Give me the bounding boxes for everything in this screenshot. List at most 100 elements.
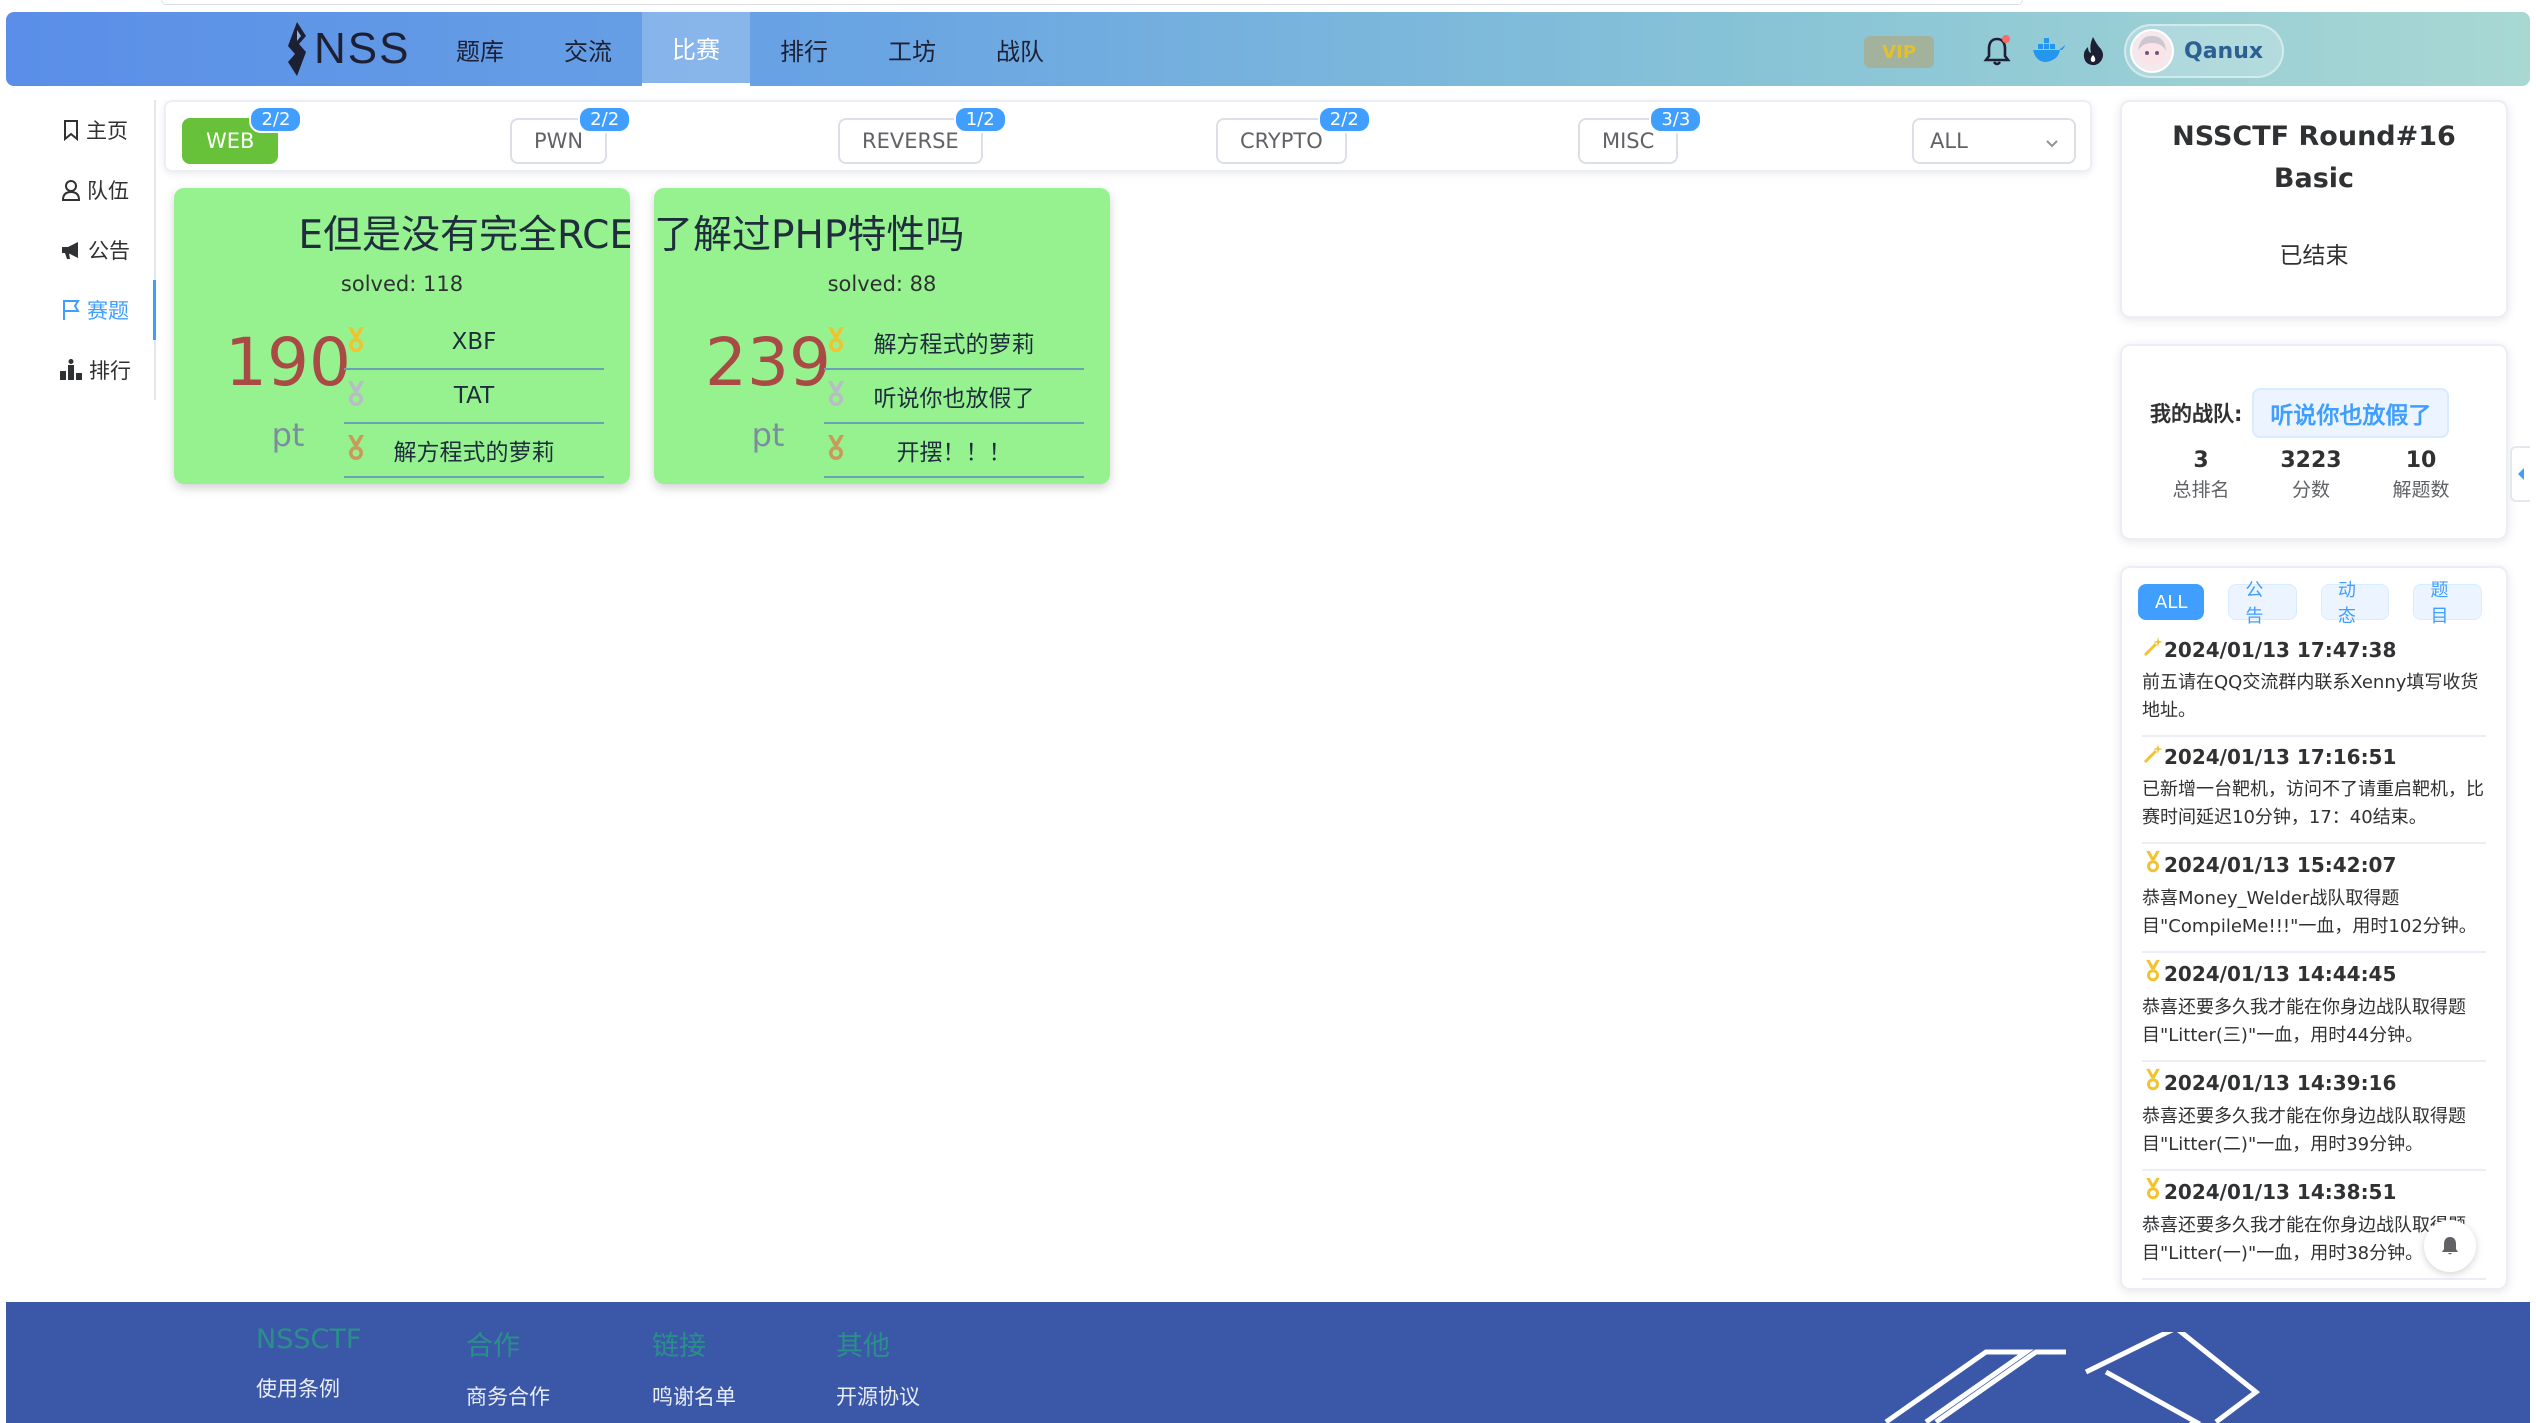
category-misc-button[interactable]: MISC 3/3 [1578, 106, 1703, 164]
nav-discussion[interactable]: 交流 [534, 12, 642, 86]
docker-whale-icon[interactable] [2030, 32, 2068, 70]
challenge-title: E但是没有完全RCE [298, 213, 630, 258]
silver-medal-icon [824, 380, 848, 414]
footer-heading: NSSCTF [256, 1324, 362, 1355]
challenge-card[interactable]: E但是没有完全RCE solved: 118 190 pt XBF TAT 解方… [174, 188, 630, 484]
feed-item-header: 2024/01/13 17:47:38 [2142, 636, 2486, 663]
gold-medal-icon [344, 326, 368, 360]
category-count-badge: 2/2 [1317, 106, 1371, 133]
footer-link[interactable]: 使用条例 [256, 1373, 361, 1403]
filter-select[interactable]: ALL [1912, 118, 2076, 164]
solver-row: TAT [344, 370, 604, 424]
feed-item-time: 2024/01/13 14:44:45 [2164, 961, 2397, 986]
feed-item-time: 2024/01/13 17:16:51 [2164, 744, 2397, 769]
footer: NSSCTF 使用条例 合作 商务合作 链接 鸣谢名单 其他 开源协议 [6, 1302, 2530, 1423]
silver-medal-icon [344, 380, 368, 414]
activity-feed-card: ALL 公告 动态 题目 2024/01/13 17:47:38 前五请在QQ交… [2120, 566, 2508, 1290]
sidebar-item-team[interactable]: 队伍 [36, 160, 154, 220]
stat-total-rank: 3 总排名 [2146, 448, 2256, 502]
team-stats: 3 总排名 3223 分数 10 解题数 [2122, 448, 2506, 502]
tab-all[interactable]: ALL [2138, 584, 2205, 620]
my-team-name[interactable]: 听说你也放假了 [2252, 388, 2450, 438]
feed-item-message: 恭喜Money_Welder战队取得题目"CompileMe!!!"一血，用时1… [2142, 888, 2477, 937]
feed-tabs: ALL 公告 动态 题目 [2138, 580, 2506, 627]
footer-logo-graphic [1884, 1332, 2261, 1423]
notification-toggle-button[interactable] [2424, 1220, 2476, 1272]
category-pwn-button[interactable]: PWN 2/2 [510, 106, 632, 164]
sidebar-item-home[interactable]: 主页 [36, 100, 154, 160]
first-blood-list: XBF TAT 解方程式的萝莉 [344, 316, 604, 478]
site-logo[interactable]: NSS [286, 22, 410, 76]
nav-team[interactable]: 战队 [966, 12, 1074, 86]
gold-medal-icon [824, 326, 848, 360]
tab-announcements[interactable]: 公告 [2228, 580, 2297, 627]
nav-workshop[interactable]: 工坊 [858, 12, 966, 86]
stat-score: 3223 分数 [2256, 448, 2366, 502]
solver-name: TAT [453, 383, 495, 409]
my-team-row: 我的战队: 听说你也放假了 [2150, 388, 2506, 438]
bronze-medal-icon [344, 434, 368, 468]
browser-edge [161, 0, 2023, 5]
stat-label: 分数 [2291, 479, 2330, 501]
feed-item-header: 2024/01/13 15:42:07 [2142, 850, 2486, 879]
tab-activity[interactable]: 动态 [2320, 580, 2390, 627]
footer-link[interactable]: 商务合作 [466, 1381, 550, 1411]
category-label: WEB [206, 129, 255, 153]
footer-heading: 合作 [466, 1331, 520, 1362]
solver-name: 解方程式的萝莉 [393, 440, 555, 466]
category-count-badge: 2/2 [249, 106, 303, 133]
challenge-solved-count: solved: 118 [340, 272, 464, 296]
bell-icon [2442, 1237, 2458, 1255]
footer-link[interactable]: 开源协议 [836, 1381, 920, 1411]
filter-select-value: ALL [1930, 129, 1968, 153]
user-name: Qanux [2184, 38, 2264, 64]
my-team-card: 我的战队: 听说你也放假了 3 总排名 3223 分数 10 解题数 [2120, 344, 2508, 540]
solver-row: 解方程式的萝莉 [344, 424, 604, 478]
sidebar-item-announcement[interactable]: 公告 [36, 220, 154, 280]
vip-badge[interactable]: VIP [1864, 36, 1934, 68]
sidebar-item-label: 主页 [86, 119, 128, 143]
nav-ranking[interactable]: 排行 [750, 12, 858, 86]
logo-mark-icon [288, 22, 306, 76]
fire-icon[interactable] [2074, 32, 2112, 70]
footer-heading: 其他 [836, 1331, 890, 1362]
feed-item: 2024/01/13 17:16:51 已新增一台靶机，访问不了请重启靶机，比赛… [2142, 737, 2486, 844]
nav-competition[interactable]: 比赛 [642, 12, 750, 86]
nav-question-bank[interactable]: 题库 [426, 12, 534, 86]
category-web-button[interactable]: WEB 2/2 [182, 106, 303, 164]
category-crypto-button[interactable]: CRYPTO 2/2 [1216, 106, 1371, 164]
solver-name: XBF [451, 329, 497, 355]
stat-solved: 10 解题数 [2366, 448, 2476, 502]
round-status: 已结束 [2279, 243, 2349, 269]
footer-link[interactable]: 鸣谢名单 [652, 1381, 736, 1411]
solver-name: 开摆！！！ [896, 440, 1012, 466]
challenge-title: 了解过PHP特性吗 [654, 213, 965, 258]
feed-item-time: 2024/01/13 15:42:07 [2164, 852, 2397, 877]
user-menu[interactable]: Qanux [2124, 24, 2284, 78]
footer-column: 链接 鸣谢名单 [652, 1324, 736, 1411]
main-nav: 题库 交流 比赛 排行 工坊 战队 [426, 12, 1074, 86]
my-team-label: 我的战队: [2150, 402, 2243, 426]
collapse-panel-button[interactable] [2510, 446, 2530, 502]
bookmark-icon [62, 119, 80, 141]
feed-list: 2024/01/13 17:47:38 前五请在QQ交流群内联系Xenny填写收… [2142, 630, 2486, 1280]
round-title-line: Basic [2273, 163, 2355, 194]
user-icon [61, 179, 81, 201]
round-title-line: NSSCTF Round#16 [2172, 121, 2456, 152]
magic-wand-icon [2142, 636, 2164, 663]
challenge-card[interactable]: 了解过PHP特性吗 solved: 88 239 pt 解方程式的萝莉 听说你也… [654, 188, 1110, 484]
feed-item-message: 恭喜还要多久我才能在你身边战队取得题目"Litter(二)"一血，用时39分钟。 [2142, 1106, 2466, 1155]
feed-item-header: 2024/01/13 14:44:45 [2142, 959, 2486, 988]
feed-item-time: 2024/01/13 14:39:16 [2164, 1070, 2397, 1095]
sidebar-item-ranking[interactable]: 排行 [36, 340, 154, 400]
feed-item-time: 2024/01/13 14:38:51 [2164, 1179, 2397, 1204]
sidebar-item-challenges[interactable]: 赛题 [36, 280, 156, 340]
category-reverse-button[interactable]: REVERSE 1/2 [838, 106, 1007, 164]
notification-bell-icon[interactable] [1978, 32, 2016, 70]
medal-icon [2142, 1177, 2164, 1206]
round-info-card: NSSCTF Round#16 Basic 已结束 [2120, 100, 2508, 318]
sidebar-item-label: 队伍 [87, 179, 129, 203]
feed-item-header: 2024/01/13 17:16:51 [2142, 743, 2486, 770]
solver-row: 开摆！！！ [824, 424, 1084, 478]
tab-challenges[interactable]: 题目 [2413, 580, 2483, 627]
